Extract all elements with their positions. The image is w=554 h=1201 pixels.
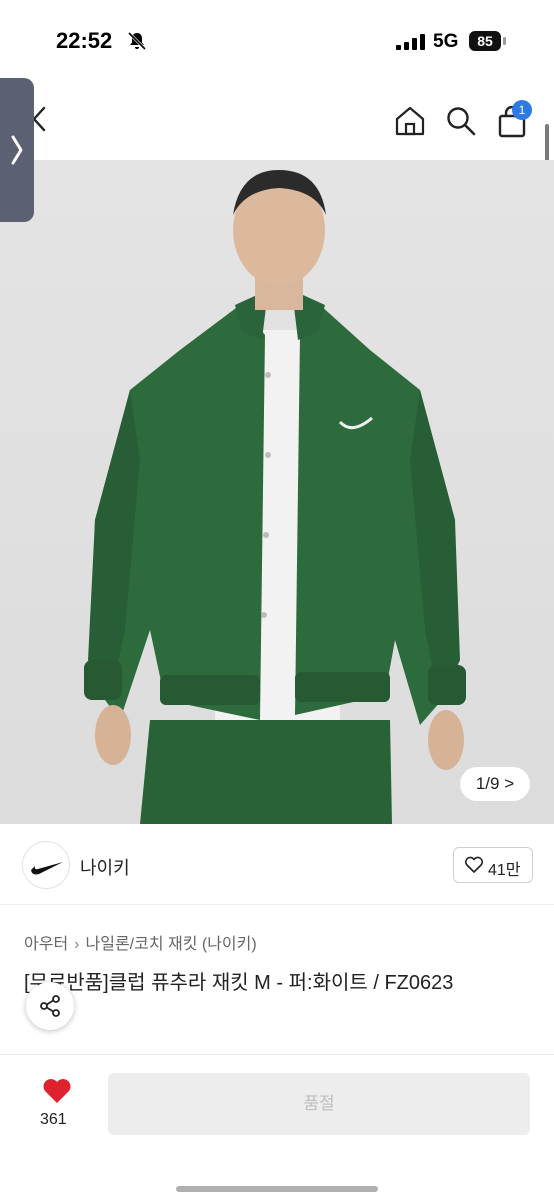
share-button[interactable] — [26, 982, 74, 1030]
heart-outline-icon — [464, 856, 484, 873]
wish-count: 361 — [40, 1111, 67, 1128]
share-icon — [40, 995, 60, 1017]
navigation-bar: 1 — [0, 80, 554, 160]
chevron-right-icon: › — [74, 936, 80, 953]
bell-off-icon — [127, 31, 147, 51]
status-bar: 22:52 5G 85 — [0, 0, 554, 80]
cart-count-badge: 1 — [512, 100, 532, 120]
product-photo — [84, 170, 466, 824]
bottom-action-bar: 361 품절 — [0, 1054, 554, 1201]
side-panel-tab[interactable] — [0, 78, 34, 222]
battery-icon: 85 — [469, 31, 507, 51]
signal-icon — [396, 34, 425, 50]
product-image[interactable]: 1/9 > — [0, 160, 554, 824]
sold-out-button[interactable]: 품절 — [108, 1073, 530, 1135]
swoosh-icon — [31, 862, 63, 875]
status-time: 22:52 — [56, 28, 113, 53]
product-title: [무료반품]클럽 퓨추라 재킷 M - 퍼:화이트 / FZ0623 — [24, 972, 454, 994]
network-type: 5G — [433, 31, 459, 52]
battery-level: 85 — [469, 31, 501, 51]
home-indicator[interactable] — [176, 1186, 378, 1192]
chevron-right-icon — [11, 135, 23, 165]
search-icon[interactable] — [444, 104, 478, 138]
seller-row[interactable]: 나이키 41만 — [0, 824, 554, 905]
breadcrumb-category[interactable]: 아우터 — [24, 930, 68, 954]
seller-name[interactable]: 나이키 — [80, 854, 130, 880]
cart-button[interactable]: 1 — [494, 100, 534, 140]
breadcrumb: 아우터 › 나일론/코치 재킷 (나이키) — [24, 930, 257, 954]
brand-like-count: 41만 — [488, 862, 521, 879]
brand-like-button[interactable]: 41만 — [453, 847, 533, 883]
heart-filled-icon[interactable] — [42, 1077, 72, 1105]
home-icon[interactable] — [393, 104, 427, 138]
breadcrumb-subcategory[interactable]: 나일론/코치 재킷 (나이키) — [86, 930, 257, 954]
brand-logo — [22, 841, 70, 889]
image-counter[interactable]: 1/9 > — [460, 767, 530, 801]
